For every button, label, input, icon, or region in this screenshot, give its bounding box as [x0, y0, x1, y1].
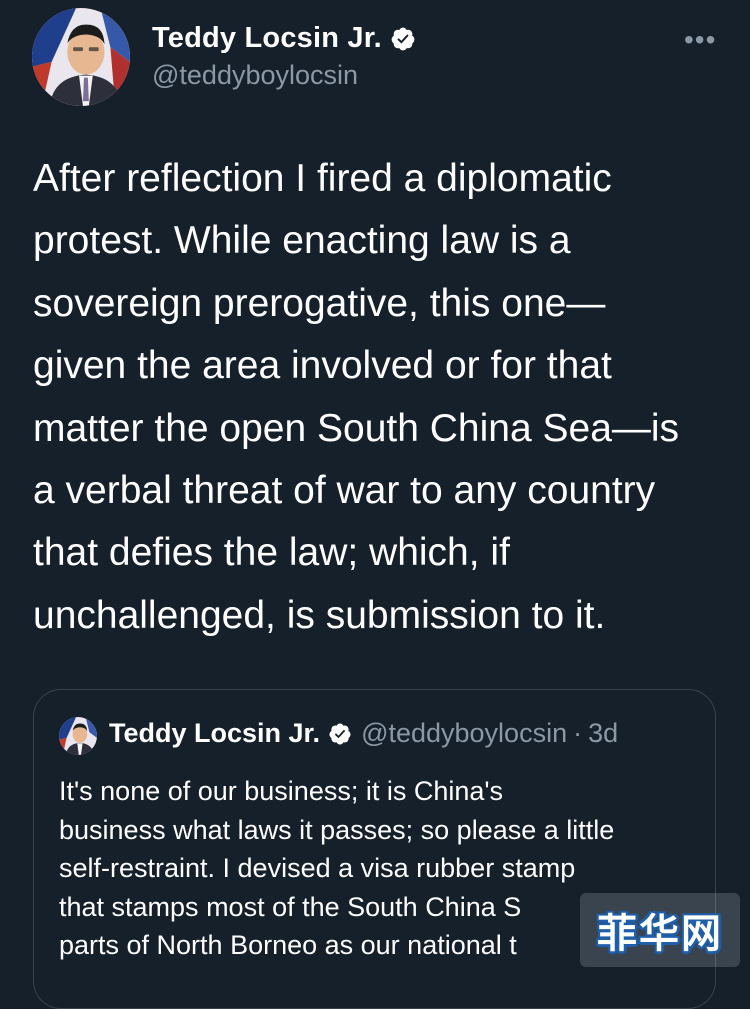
avatar-portrait-icon [59, 717, 97, 755]
tweet-line: unchallenged, is submission to it. [33, 593, 606, 637]
tweet-header: Teddy Locsin Jr. @teddyboylocsin ••• [0, 0, 750, 120]
more-options-button[interactable]: ••• [684, 24, 716, 56]
tweet-line: After reflection I fired a diplomatic [33, 157, 612, 200]
quoted-timestamp[interactable]: 3d [588, 718, 618, 749]
tweet-line: a verbal threat of war to any country [33, 469, 656, 513]
tweet-line: sovereign prerogative, this one— [33, 281, 606, 325]
watermark-text: 菲华网 [597, 910, 723, 957]
quoted-handle[interactable]: @teddyboylocsin [361, 718, 567, 749]
tweet-line: protest. While enacting law is a [33, 219, 571, 263]
tweet-body: After reflection I fired a diplomatic pr… [33, 148, 733, 647]
author-name-row[interactable]: Teddy Locsin Jr. [152, 22, 416, 55]
author-avatar[interactable] [32, 8, 130, 106]
site-watermark: 菲华网 [580, 893, 740, 967]
avatar-portrait-icon [32, 8, 130, 106]
author-display-name[interactable]: Teddy Locsin Jr. [152, 22, 382, 55]
quoted-header: Teddy Locsin Jr. @teddyboylocsin · 3d [109, 718, 618, 749]
meta-separator: · [573, 718, 583, 748]
quoted-line: business what laws it passes; so please … [59, 814, 615, 845]
verified-badge-icon [391, 27, 415, 50]
tweet-line: matter the open South China Sea—is [33, 406, 680, 450]
tweet-line: given the area involved or for that [33, 344, 612, 388]
quoted-author-avatar[interactable] [59, 717, 97, 755]
quoted-line: self-restraint. I devised a visa rubber … [59, 853, 576, 884]
tweet-line: that defies the law; which, if [33, 531, 510, 575]
author-handle[interactable]: @teddyboylocsin [152, 60, 358, 91]
quoted-line: It's none of our business; it is China's [59, 776, 504, 806]
verified-badge-icon [329, 723, 351, 744]
quoted-display-name[interactable]: Teddy Locsin Jr. [109, 718, 320, 749]
